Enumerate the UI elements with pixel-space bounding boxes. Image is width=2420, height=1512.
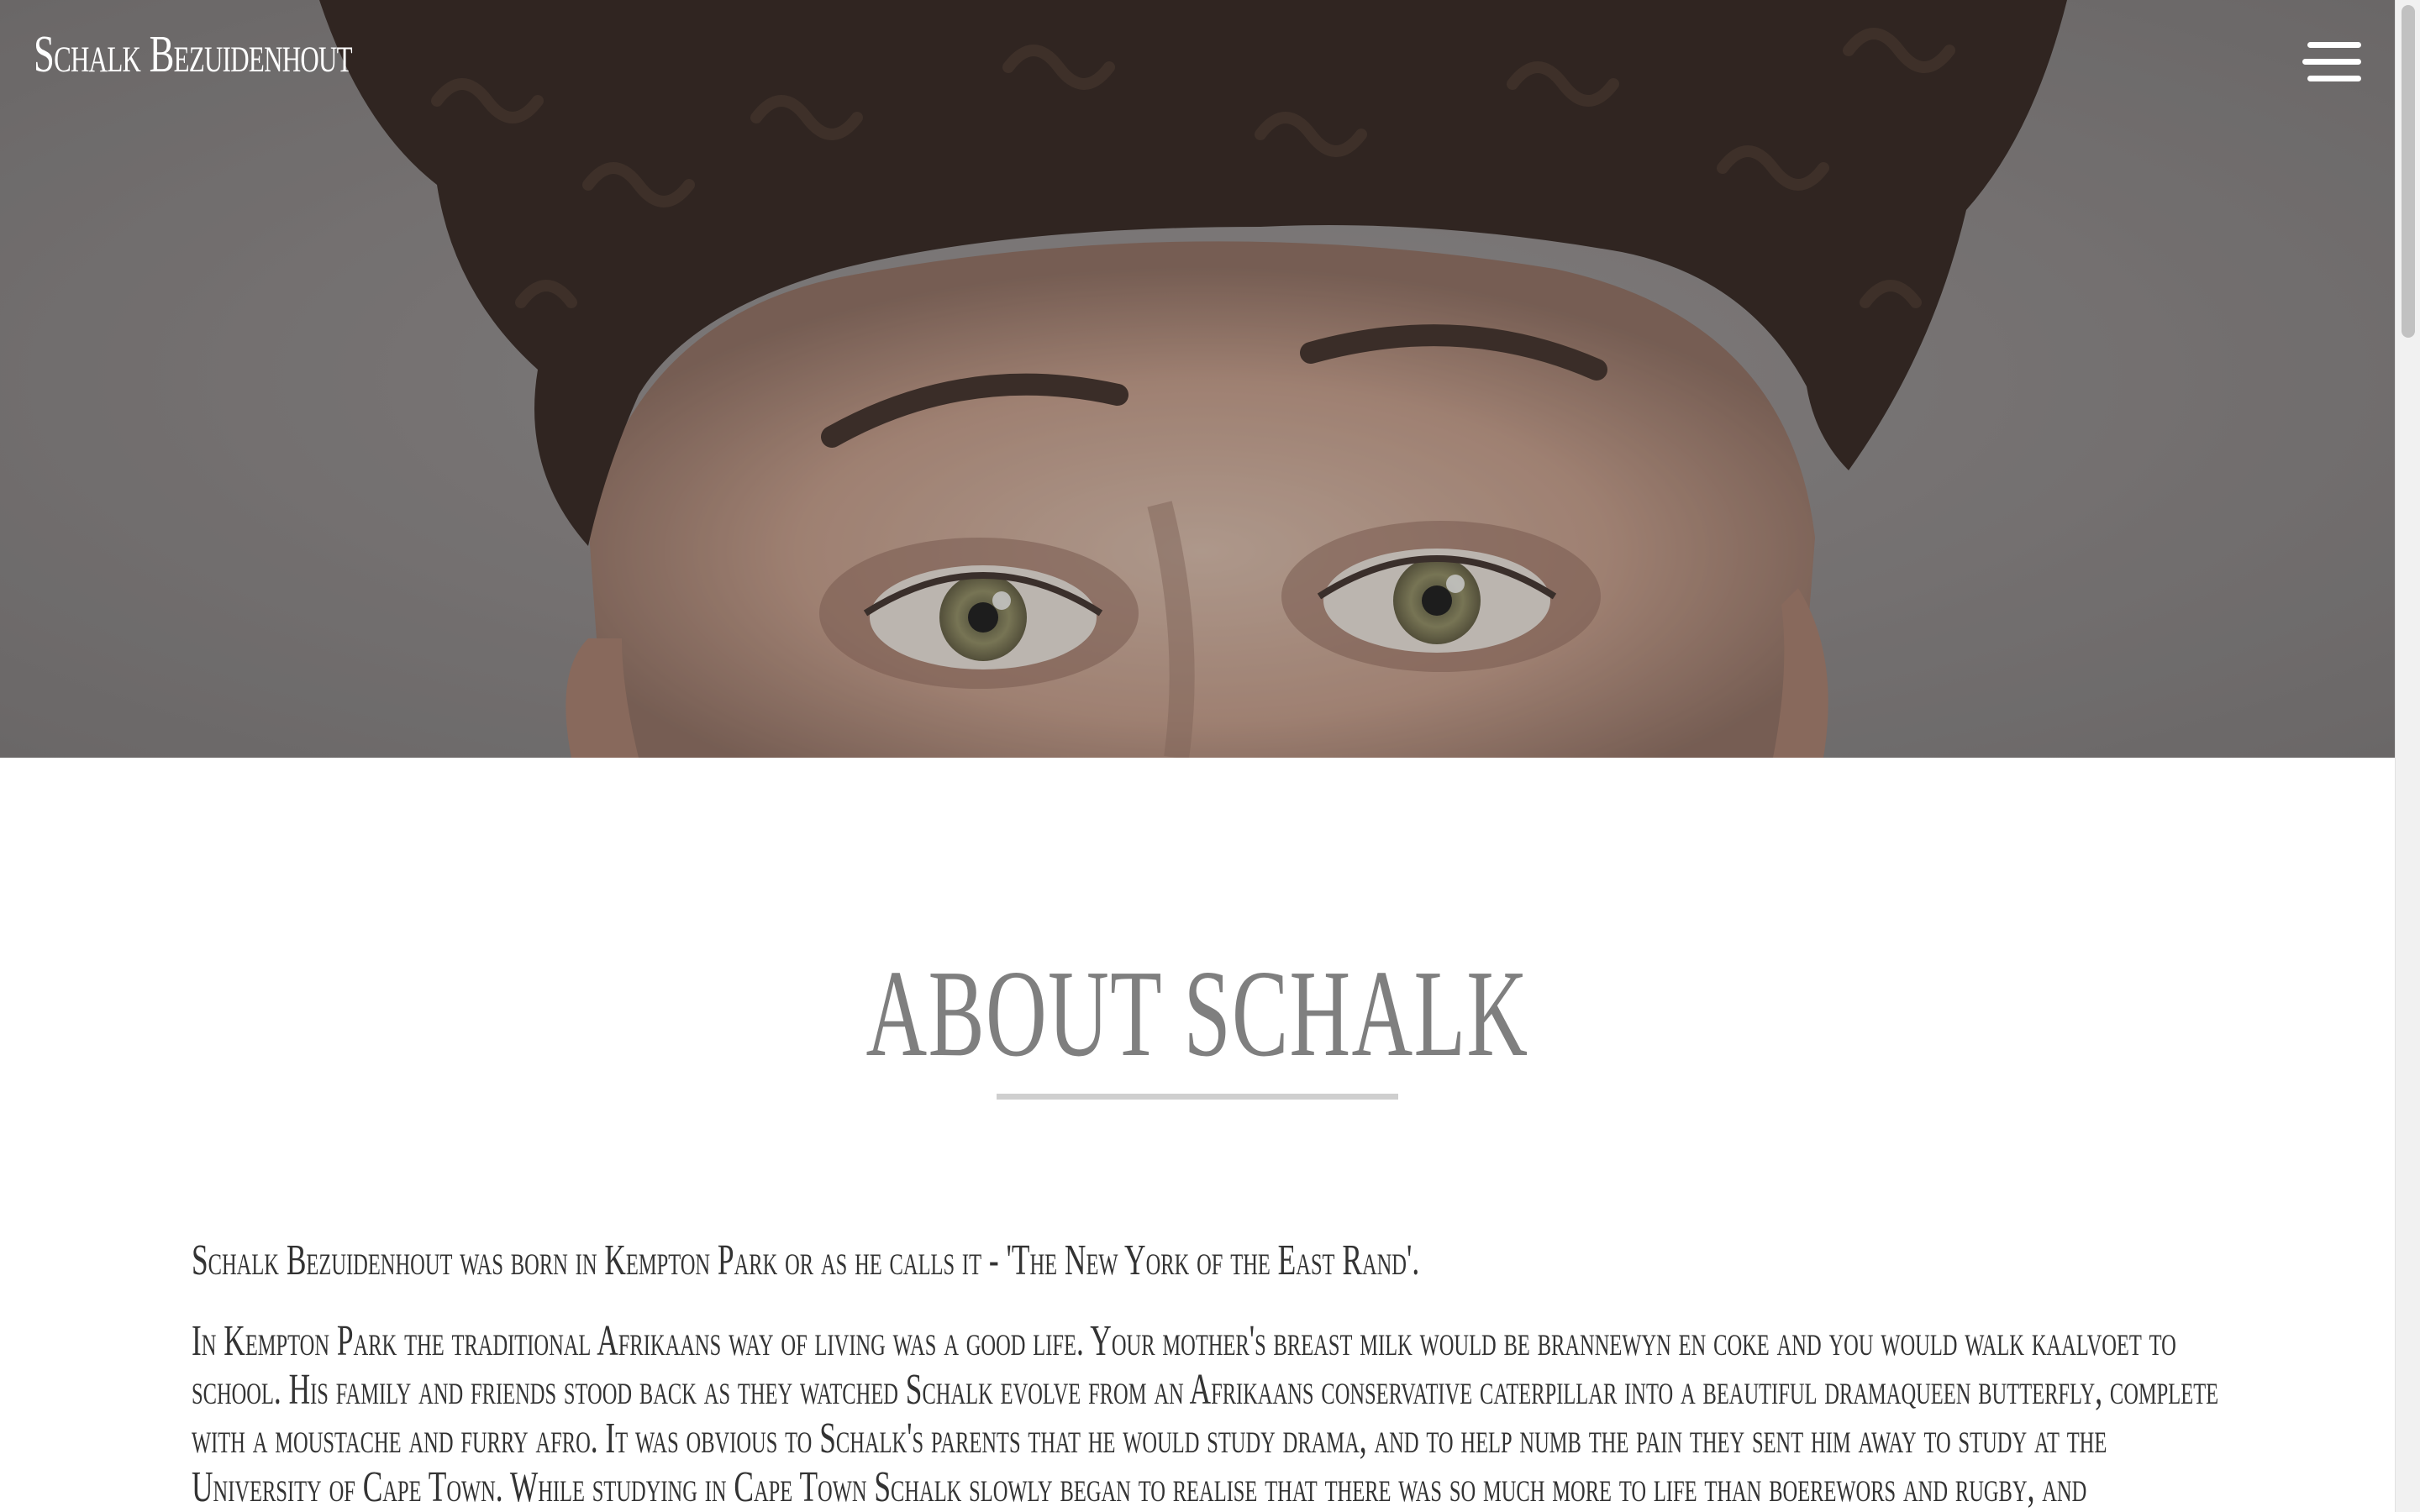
menu-bar-top bbox=[2307, 42, 2361, 48]
hero-banner: Schalk Bezuidenhout bbox=[0, 0, 2395, 758]
about-title: ABOUT SCHALK bbox=[865, 945, 1529, 1083]
vertical-scrollbar[interactable] bbox=[2395, 0, 2420, 1512]
bio-paragraph-2: In Kempton Park the traditional Afrikaan… bbox=[192, 1317, 2219, 1511]
scrollbar-thumb[interactable] bbox=[2402, 5, 2415, 338]
menu-bar-bottom bbox=[2307, 76, 2361, 81]
hamburger-menu-icon[interactable] bbox=[2302, 39, 2361, 86]
page: Schalk Bezuidenhout ABOUT SCHALK Schalk … bbox=[0, 0, 2420, 1512]
hero-dim-overlay bbox=[0, 0, 2395, 758]
menu-bar-middle bbox=[2302, 59, 2361, 65]
bio-paragraph-1: Schalk Bezuidenhout was born in Kempton … bbox=[192, 1236, 1420, 1284]
bio-text: Schalk Bezuidenhout was born in Kempton … bbox=[192, 1236, 2226, 1512]
site-title[interactable]: Schalk Bezuidenhout bbox=[34, 25, 353, 85]
about-section: ABOUT SCHALK Schalk Bezuidenhout was bor… bbox=[0, 758, 2395, 1512]
title-underline-divider bbox=[997, 1094, 1398, 1100]
